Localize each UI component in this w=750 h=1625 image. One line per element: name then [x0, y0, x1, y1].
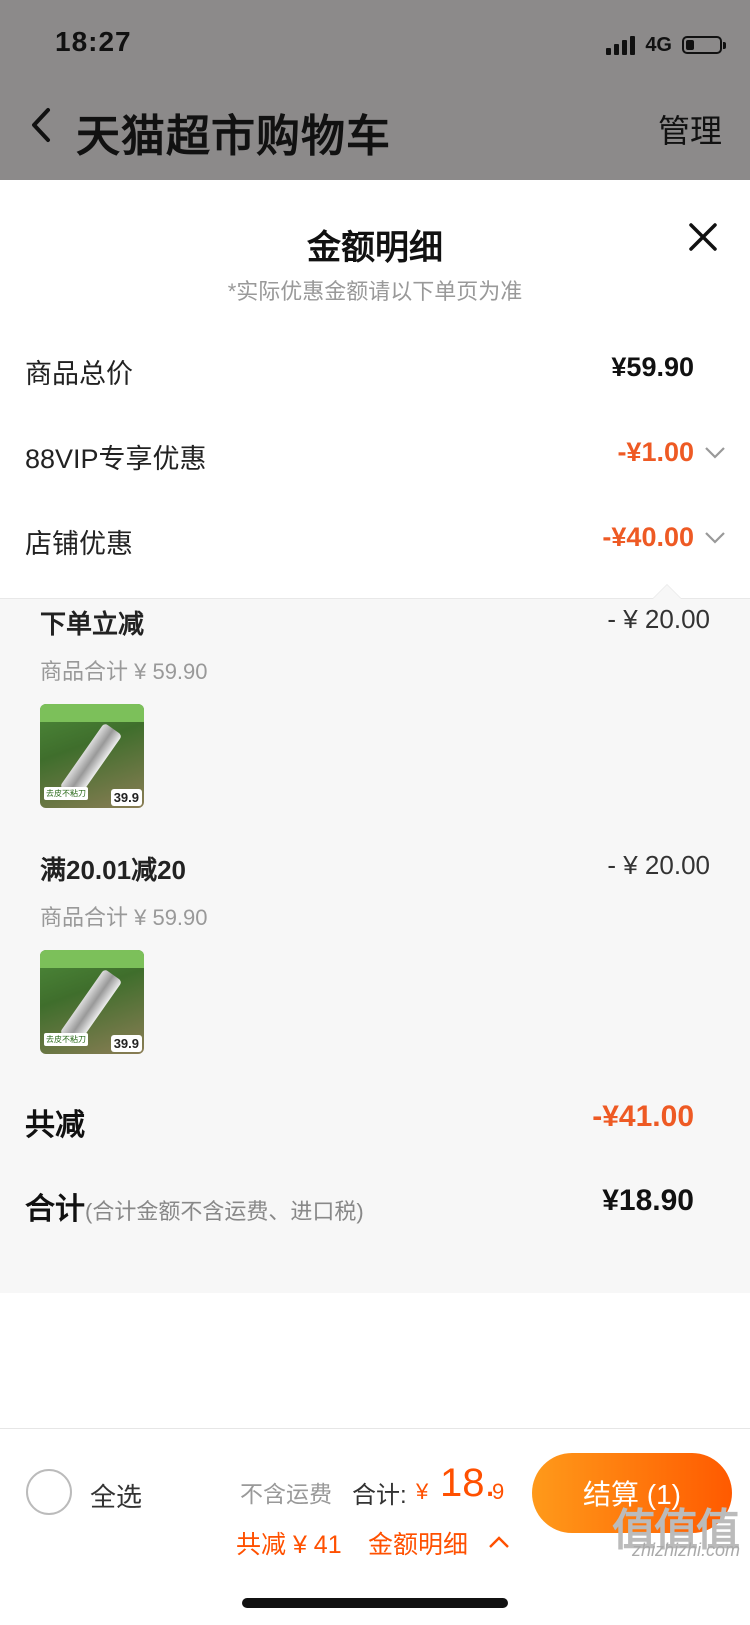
chevron-down-icon[interactable] — [704, 531, 726, 545]
select-all-label[interactable]: 全选 — [90, 1477, 142, 1514]
thumb-tag: 去皮不粘刀 — [44, 787, 88, 800]
sum-decimal: 9 — [492, 1479, 505, 1504]
manage-button[interactable]: 管理 — [658, 106, 722, 152]
page-title: 天猫超市购物车 — [76, 112, 391, 161]
sheet-title: 金额明细 — [307, 229, 443, 267]
detail-subtotal: 商品合计 ¥ 59.90 — [40, 659, 208, 684]
row-value-store-discount[interactable]: -¥40.00 — [602, 522, 694, 553]
row-value-goods-total: ¥59.90 — [611, 352, 694, 382]
sum-currency: ¥ — [416, 1479, 429, 1504]
thumb-price: 39.9 — [110, 1035, 142, 1052]
sheet-subtitle: *实际优惠金额请以下单页为准 — [227, 279, 523, 304]
close-icon[interactable] — [686, 220, 720, 254]
detail-amount: - ¥ 20.00 — [607, 604, 710, 634]
detail-title: 下单立减 — [40, 609, 145, 639]
detail-amount: - ¥ 20.00 — [607, 850, 710, 880]
row-label-vip-discount[interactable]: 88VIP专享优惠 — [25, 437, 207, 476]
amount-detail-link[interactable]: 金额明细 — [368, 1525, 468, 1561]
detail-subtotal: 商品合计 ¥ 59.90 — [40, 905, 208, 930]
select-all-radio[interactable] — [26, 1469, 72, 1515]
shipping-note: 不含运费 — [240, 1481, 332, 1507]
detail-pointer — [653, 585, 681, 599]
thumb-tag: 去皮不粘刀 — [44, 1033, 88, 1046]
sum-label: 合计: — [352, 1482, 407, 1509]
signal-icon — [606, 35, 636, 55]
chevron-down-icon[interactable] — [704, 446, 726, 460]
back-arrow-icon[interactable] — [30, 106, 52, 144]
watermark-text: zhizhizhi.com — [631, 1540, 740, 1560]
home-indicator[interactable] — [242, 1598, 508, 1608]
grand-total-label: 合计(合计金额不含运费、进口税) — [25, 1184, 364, 1228]
grand-total-title: 合计 — [25, 1193, 85, 1226]
status-time: 18:27 — [55, 26, 132, 57]
grand-total-note: (合计金额不含运费、进口税) — [85, 1199, 364, 1224]
row-label-store-discount[interactable]: 店铺优惠 — [25, 522, 133, 561]
chevron-up-icon[interactable] — [488, 1535, 510, 1549]
network-type: 4G — [645, 33, 672, 56]
row-label-goods-total: 商品总价 — [25, 359, 133, 389]
status-icons: 4G — [606, 32, 726, 58]
amount-detail-sheet: 金额明细 *实际优惠金额请以下单页为准 商品总价 ¥59.90 88VIP专享优… — [0, 180, 750, 1624]
savings-text: 共减 ¥ 41 — [236, 1531, 342, 1559]
row-value-vip-discount[interactable]: -¥1.00 — [617, 437, 694, 468]
product-thumbnail[interactable]: 去皮不粘刀 39.9 — [40, 704, 144, 808]
detail-title: 满20.01减20 — [40, 855, 186, 885]
battery-icon — [682, 36, 726, 54]
total-discount-label: 共减 — [25, 1109, 85, 1142]
thumb-price: 39.9 — [110, 789, 142, 806]
total-discount-value: -¥41.00 — [592, 1100, 694, 1133]
product-thumbnail[interactable]: 去皮不粘刀 39.9 — [40, 950, 144, 1054]
grand-total-value: ¥18.90 — [602, 1184, 694, 1217]
sum-integer: 18. — [440, 1461, 496, 1505]
